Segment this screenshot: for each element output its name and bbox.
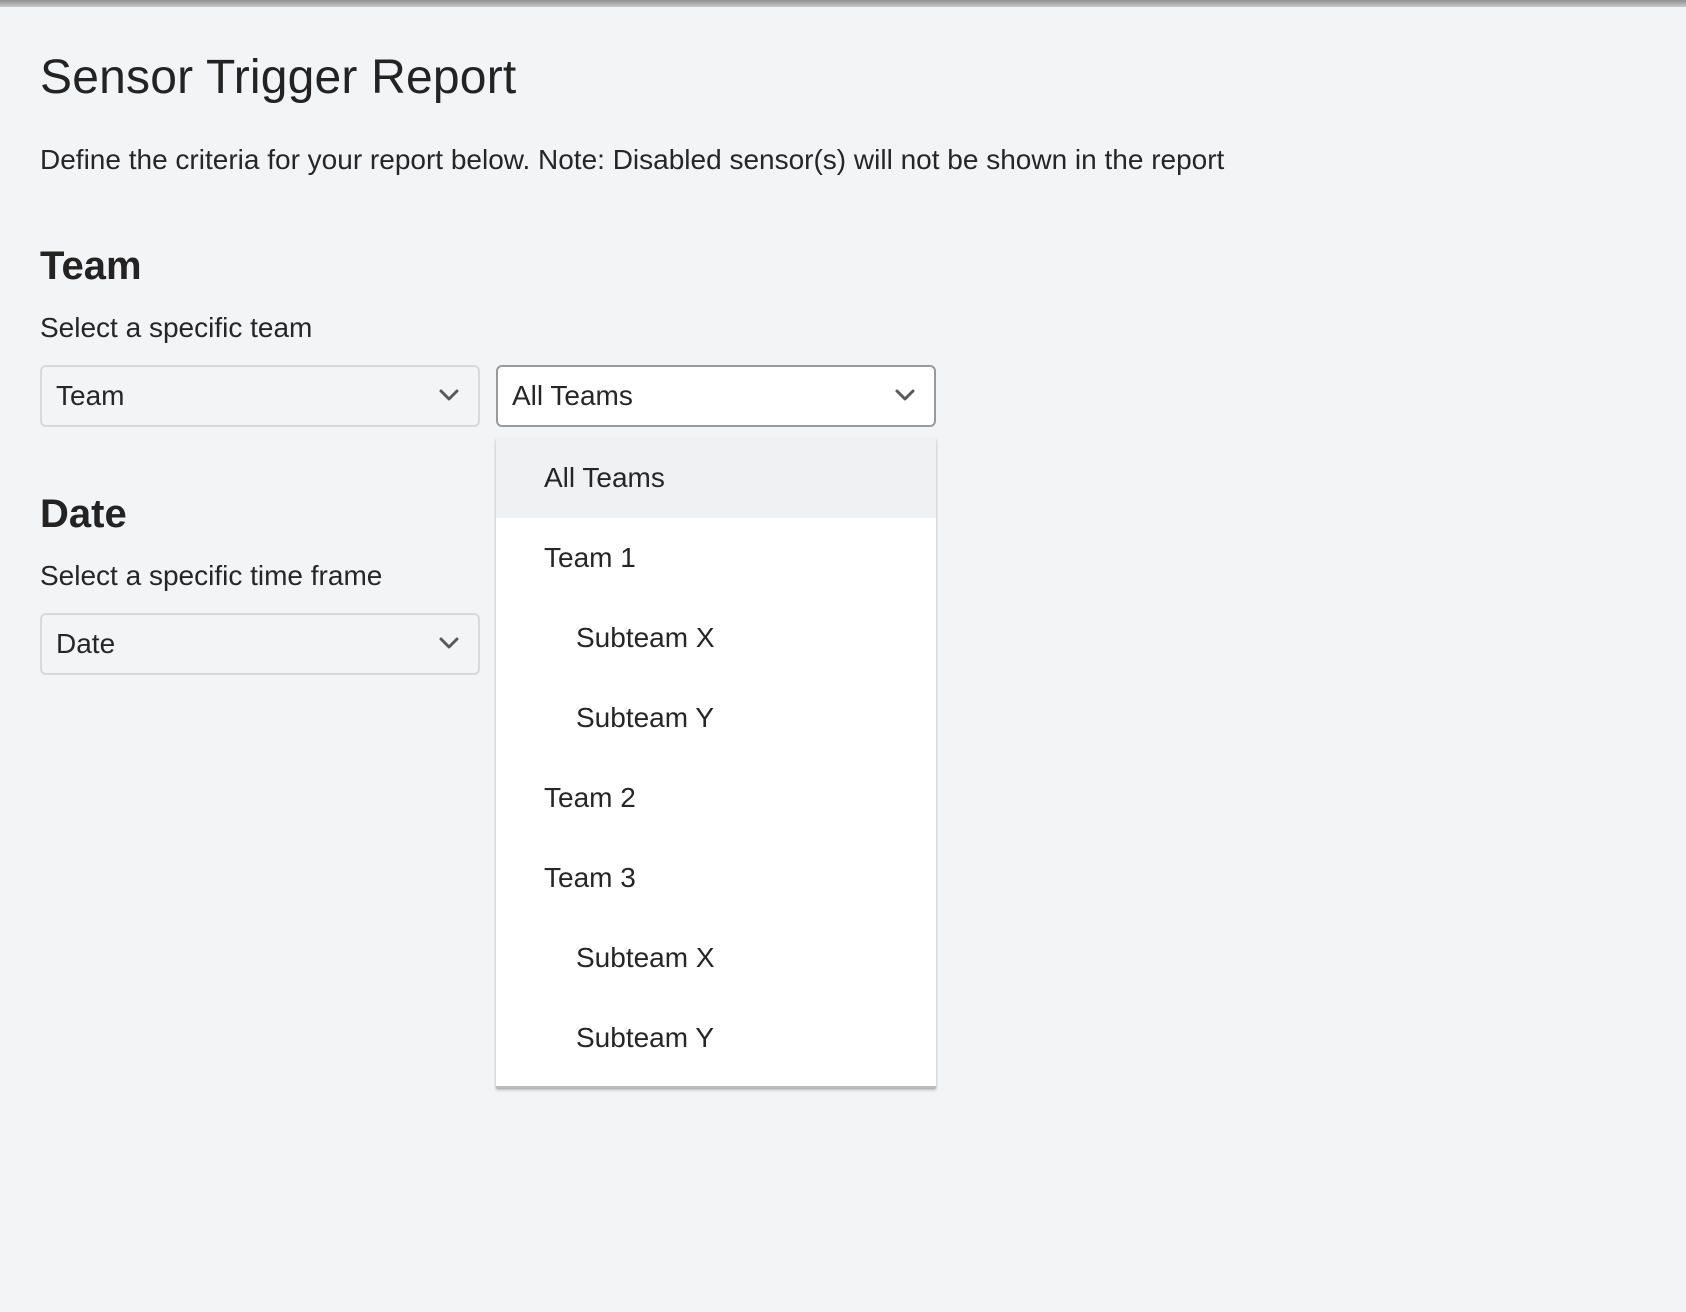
option-label: Team 1 xyxy=(544,542,636,573)
team-select[interactable]: All Teams xyxy=(496,365,936,427)
page-title: Sensor Trigger Report xyxy=(40,51,517,104)
dropdown-option[interactable]: Team 3 xyxy=(496,838,936,918)
dropdown-option[interactable]: Subteam X xyxy=(496,918,936,998)
team-dropdown-menu: All Teams Team 1 Subteam X Subteam Y Tea… xyxy=(496,438,936,1088)
top-border xyxy=(0,0,1686,7)
option-label: Subteam X xyxy=(576,622,715,653)
dropdown-option[interactable]: Subteam Y xyxy=(496,678,936,758)
dropdown-option[interactable]: Team 1 xyxy=(496,518,936,598)
dropdown-option[interactable]: Subteam Y xyxy=(496,998,936,1078)
chevron-down-icon xyxy=(439,637,459,649)
team-type-select[interactable]: Team xyxy=(40,365,480,427)
date-heading: Date xyxy=(40,492,127,536)
date-select-value: Date xyxy=(56,628,116,659)
option-label: Subteam Y xyxy=(576,702,715,733)
date-description: Select a specific time frame xyxy=(40,560,383,591)
dropdown-option[interactable]: Team 2 xyxy=(496,758,936,838)
option-label: Subteam X xyxy=(576,942,715,973)
chevron-down-icon xyxy=(439,389,459,401)
option-label: All Teams xyxy=(544,462,665,493)
team-type-select-value: Team xyxy=(56,380,125,411)
team-heading: Team xyxy=(40,244,142,288)
dropdown-option[interactable]: All Teams xyxy=(496,438,936,518)
option-label: Team 2 xyxy=(544,782,636,813)
date-select[interactable]: Date xyxy=(40,613,480,675)
team-select-value: All Teams xyxy=(512,380,633,411)
team-description: Select a specific team xyxy=(40,312,313,343)
option-label: Team 3 xyxy=(544,862,636,893)
chevron-down-icon xyxy=(895,389,915,401)
page-intro: Define the criteria for your report belo… xyxy=(40,144,1225,175)
dropdown-option[interactable]: Subteam X xyxy=(496,598,936,678)
option-label: Subteam Y xyxy=(576,1022,715,1053)
